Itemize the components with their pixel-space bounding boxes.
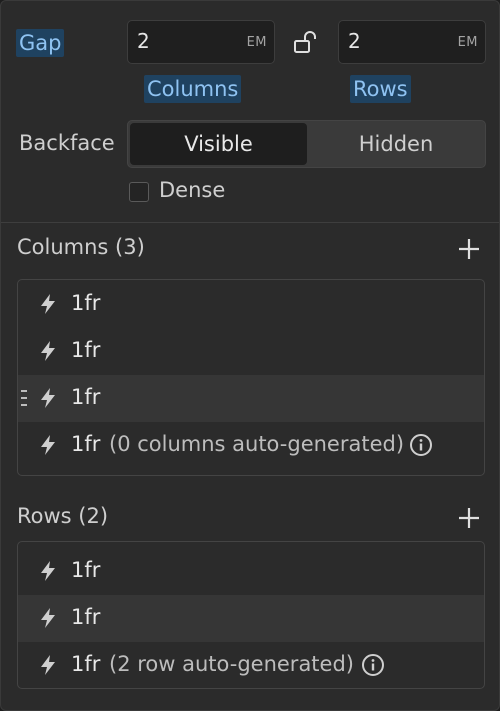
column-value: 1fr [71, 291, 101, 315]
column-value: 1fr [71, 385, 101, 409]
add-row-icon[interactable] [457, 506, 481, 530]
auto-generated-note: (2 row auto-generated) [109, 652, 354, 676]
list-item[interactable]: 1fr [18, 328, 484, 375]
section-divider [1, 222, 499, 223]
gap-rows-value: 2 [348, 29, 361, 53]
list-item[interactable]: 1fr [18, 281, 484, 328]
gap-columns-unit[interactable]: EM [247, 35, 267, 50]
list-item[interactable]: 1fr [18, 595, 484, 642]
rows-list: 1fr 1fr 1fr (2 row auto-generated) [17, 541, 485, 689]
bolt-icon [41, 561, 55, 581]
column-value: 1fr [71, 338, 101, 362]
backface-visible-option[interactable]: Visible [130, 123, 307, 165]
auto-generated-note: (0 columns auto-generated) [109, 432, 405, 456]
gap-rows-input[interactable]: 2 EM [338, 20, 486, 64]
row-value: 1fr [71, 558, 101, 582]
gap-columns-label: Columns [144, 75, 242, 103]
bolt-icon [41, 608, 55, 628]
dense-checkbox[interactable] [129, 182, 149, 202]
list-item[interactable]: 1fr [18, 548, 484, 595]
grid-settings-panel: Gap 2 EM 2 EM Columns Rows Backface Visi… [0, 0, 500, 711]
backface-segmented-control: Visible Hidden [127, 120, 486, 168]
columns-list: 1fr 1fr 1fr 1fr (0 columns auto-generate… [17, 279, 485, 476]
backface-label: Backface [19, 131, 115, 155]
bolt-icon [41, 341, 55, 361]
gap-rows-unit[interactable]: EM [458, 35, 478, 50]
dense-label: Dense [159, 178, 226, 202]
unlock-icon[interactable] [293, 31, 319, 55]
rows-section-title: Rows (2) [17, 504, 109, 528]
list-item[interactable]: 1fr (0 columns auto-generated) [18, 422, 484, 469]
drag-handle-icon[interactable] [21, 389, 29, 407]
info-icon[interactable] [409, 433, 433, 457]
gap-rows-label: Rows [350, 75, 411, 103]
list-item[interactable]: 1fr (2 row auto-generated) [18, 642, 484, 688]
backface-hidden-option[interactable]: Hidden [309, 123, 483, 165]
gap-columns-input[interactable]: 2 EM [127, 20, 275, 64]
row-value: 1fr [71, 652, 101, 676]
bolt-icon [41, 388, 55, 408]
bolt-icon [41, 655, 55, 675]
gap-label: Gap [16, 29, 65, 57]
bolt-icon [41, 435, 55, 455]
list-item[interactable]: 1fr [18, 375, 484, 422]
add-column-icon[interactable] [457, 237, 481, 261]
row-value: 1fr [71, 605, 101, 629]
columns-section-title: Columns (3) [17, 235, 145, 259]
column-value: 1fr [71, 432, 101, 456]
info-icon[interactable] [361, 653, 385, 677]
gap-columns-value: 2 [137, 29, 150, 53]
bolt-icon [41, 294, 55, 314]
